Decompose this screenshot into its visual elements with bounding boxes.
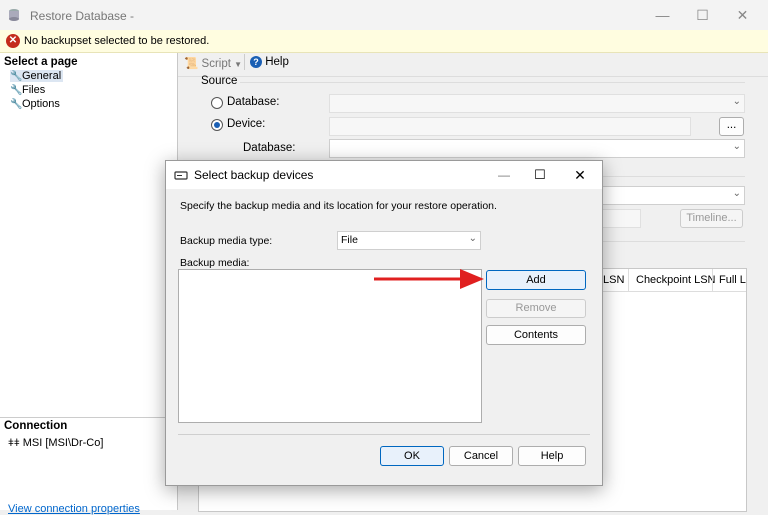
server-connection-icon: ǂǂ — [8, 438, 20, 449]
dialog-description: Specify the backup media and its locatio… — [180, 200, 497, 212]
dialog-titlebar: Select backup devices — ☐ ✕ — [166, 161, 602, 189]
help-toolbar-button[interactable]: ? Help — [250, 56, 289, 68]
restore-to-field — [600, 209, 641, 228]
connection-heading: Connection — [4, 420, 68, 432]
connection-divider — [0, 417, 177, 418]
wrench-icon: 🔧 — [10, 85, 23, 96]
window-title: Restore Database - — [30, 9, 135, 23]
maximize-button[interactable]: ☐ — [680, 0, 725, 30]
connection-value: MSI [MSI\Dr-Co] — [22, 437, 104, 449]
timeline-button[interactable]: Timeline... — [680, 209, 743, 228]
grid-column-divider — [712, 269, 713, 291]
dialog-maximize-button[interactable]: ☐ — [522, 161, 558, 189]
backup-media-label: Backup media: — [180, 257, 250, 269]
help-button[interactable]: Help — [518, 446, 586, 466]
chevron-down-icon: ⌄ — [732, 141, 741, 152]
chevron-down-icon: ▼ — [234, 60, 243, 69]
dialog-title: Select backup devices — [194, 168, 314, 182]
destination-divider — [600, 176, 745, 177]
device-radio-label: Device: — [227, 118, 266, 130]
media-type-select[interactable]: File ⌄ — [337, 231, 481, 250]
message-text: No backupset selected to be restored. — [24, 35, 210, 47]
device-radio[interactable] — [211, 119, 223, 131]
wrench-icon: 🔧 — [10, 99, 23, 110]
restore-plan-divider — [600, 241, 745, 242]
page-item-options[interactable]: 🔧Options — [10, 98, 60, 110]
source-database-select[interactable]: ⌄ — [329, 94, 745, 113]
destination-database-select[interactable]: ⌄ — [329, 139, 745, 158]
red-arrow-icon — [374, 269, 484, 289]
script-icon: 📜 — [184, 58, 199, 70]
media-type-label: Backup media type: — [180, 235, 273, 247]
browse-device-button[interactable]: ... — [719, 117, 744, 136]
grid-header-checkpoint-lsn: Checkpoint LSN — [636, 274, 716, 286]
cancel-button[interactable]: Cancel — [449, 446, 513, 466]
message-bar: ✕ No backupset selected to be restored. — [0, 30, 768, 53]
backup-device-icon — [174, 171, 188, 180]
ok-button[interactable]: OK — [380, 446, 444, 466]
wrench-icon: 🔧 — [10, 71, 23, 82]
chevron-down-icon: ⌄ — [468, 233, 477, 244]
database-restore-icon — [9, 9, 19, 21]
page-item-general[interactable]: 🔧General — [10, 70, 64, 82]
script-button[interactable]: 📜 Script ▼ — [184, 56, 242, 70]
chevron-down-icon: ⌄ — [732, 188, 741, 199]
destination-database-label: Database: — [243, 142, 296, 154]
window-titlebar: Restore Database - — ☐ ✕ — [0, 0, 768, 30]
page-item-files[interactable]: 🔧Files — [10, 84, 45, 96]
device-path-field[interactable] — [329, 117, 691, 136]
contents-button[interactable]: Contents — [486, 325, 586, 345]
dialog-minimize-button[interactable]: — — [486, 161, 522, 189]
restore-to-select[interactable]: ⌄ — [600, 186, 745, 205]
toolbar-divider — [244, 54, 245, 70]
select-page-heading: Select a page — [4, 56, 78, 68]
remove-button[interactable]: Remove — [486, 299, 586, 318]
grid-header-lsn: LSN — [603, 274, 625, 286]
source-heading: Source — [201, 75, 238, 87]
add-button[interactable]: Add — [486, 270, 586, 290]
connection-entry: ǂǂ MSI [MSI\Dr-Co] — [8, 437, 103, 449]
dialog-footer-divider — [178, 434, 590, 435]
minimize-button[interactable]: — — [640, 0, 685, 30]
media-type-value: File — [341, 234, 358, 246]
backup-media-list[interactable] — [178, 269, 482, 423]
left-pane: Select a page 🔧General 🔧Files 🔧Options C… — [0, 53, 178, 515]
select-backup-devices-dialog: Select backup devices — ☐ ✕ Specify the … — [165, 160, 603, 486]
error-icon: ✕ — [6, 34, 20, 48]
grid-header-full-lsn: Full LS — [719, 274, 746, 286]
grid-column-divider — [628, 269, 629, 291]
dialog-close-button[interactable]: ✕ — [562, 161, 598, 189]
close-window-button[interactable]: ✕ — [720, 0, 765, 30]
toolbar-separator — [178, 76, 768, 77]
source-divider — [240, 82, 745, 83]
help-icon: ? — [250, 56, 262, 68]
view-connection-properties-link[interactable]: View connection properties — [8, 503, 140, 515]
database-radio[interactable] — [211, 97, 223, 109]
database-radio-label: Database: — [227, 96, 280, 108]
chevron-down-icon: ⌄ — [732, 96, 741, 107]
